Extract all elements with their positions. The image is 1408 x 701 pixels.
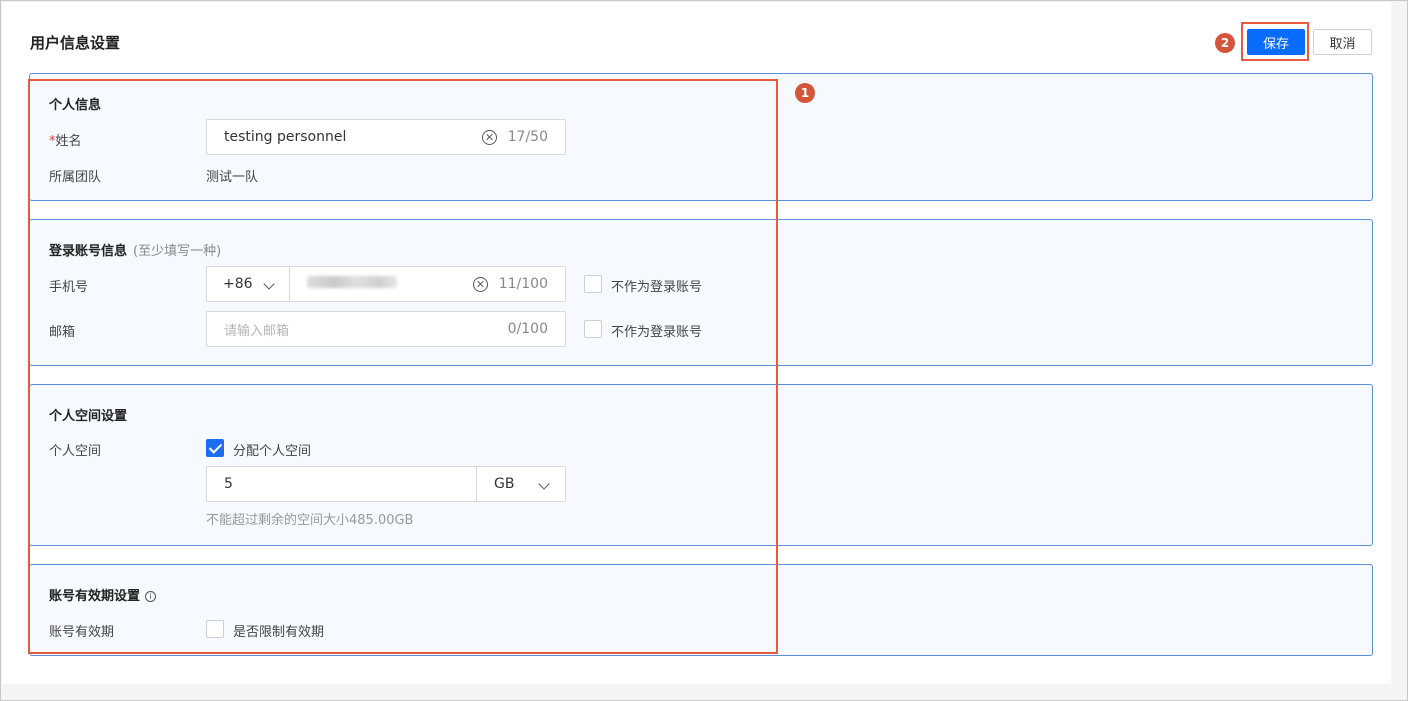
chevron-down-icon xyxy=(263,276,275,292)
email-input[interactable]: 请输入邮箱 0/100 xyxy=(206,311,566,347)
name-input[interactable]: testing personnel 17/50 xyxy=(206,119,566,155)
email-label: 邮箱 xyxy=(49,325,76,340)
phone-input[interactable]: 11/100 xyxy=(289,266,566,302)
page-title: 用户信息设置 xyxy=(30,34,121,52)
expiry-settings-title: 账号有效期设置 i xyxy=(49,585,157,604)
allocate-space-label: 分配个人空间 xyxy=(233,444,312,459)
chevron-down-icon xyxy=(538,476,550,492)
name-input-value: testing personnel xyxy=(224,129,347,145)
email-char-counter: 0/100 xyxy=(507,321,548,337)
country-code-select[interactable]: +86 xyxy=(206,266,290,302)
email-placeholder: 请输入邮箱 xyxy=(224,323,290,339)
expiry-settings-title-text: 账号有效期设置 xyxy=(49,589,141,604)
team-value: 测试一队 xyxy=(206,170,259,185)
login-info-section: 登录账号信息 (至少填写一种) 手机号 +86 11/100 不作为登录账号 邮箱… xyxy=(29,219,1373,366)
info-icon[interactable]: i xyxy=(145,591,157,602)
space-label: 个人空间 xyxy=(49,444,102,459)
name-char-counter: 17/50 xyxy=(507,129,548,145)
annotation-marker-2: 2 xyxy=(1215,33,1235,53)
space-settings-section: 个人空间设置 个人空间 分配个人空间 5 GB 不能超过剩余的空间大小485.0… xyxy=(29,384,1373,546)
clear-icon[interactable] xyxy=(472,276,488,292)
app-frame: 用户信息设置 2 保存 取消 个人信息 *姓名 testing personne… xyxy=(0,0,1408,701)
personal-info-title: 个人信息 xyxy=(49,98,102,113)
name-label-text: 姓名 xyxy=(55,134,82,149)
limit-expiry-checkbox[interactable] xyxy=(206,620,224,638)
space-size-value: 5 xyxy=(224,476,233,492)
expiry-label: 账号有效期 xyxy=(49,625,115,640)
space-unit-value: GB xyxy=(494,476,515,492)
save-button[interactable]: 保存 xyxy=(1247,29,1305,55)
name-label: *姓名 xyxy=(49,130,82,149)
phone-label: 手机号 xyxy=(49,280,89,295)
email-not-login-label: 不作为登录账号 xyxy=(611,325,703,340)
login-info-title: 登录账号信息 (至少填写一种) xyxy=(49,240,221,259)
cancel-button[interactable]: 取消 xyxy=(1313,29,1372,55)
space-settings-title: 个人空间设置 xyxy=(49,409,128,424)
login-info-subtitle: (至少填写一种) xyxy=(133,244,222,259)
expiry-settings-section: 账号有效期设置 i 账号有效期 是否限制有效期 xyxy=(29,564,1373,656)
limit-expiry-label: 是否限制有效期 xyxy=(233,625,325,640)
country-code-value: +86 xyxy=(223,276,253,292)
phone-not-login-label: 不作为登录账号 xyxy=(611,280,703,295)
space-unit-select[interactable]: GB xyxy=(476,466,566,502)
space-size-input[interactable]: 5 xyxy=(206,466,477,502)
clear-icon[interactable] xyxy=(481,129,497,145)
personal-info-section: 个人信息 *姓名 testing personnel 17/50 所属团队 测试… xyxy=(29,73,1373,201)
phone-not-login-checkbox[interactable] xyxy=(584,275,602,293)
annotation-marker-1: 1 xyxy=(795,83,815,103)
team-label: 所属团队 xyxy=(49,170,102,185)
space-hint: 不能超过剩余的空间大小485.00GB xyxy=(206,513,414,528)
phone-value-redacted xyxy=(290,276,473,292)
allocate-space-checkbox[interactable] xyxy=(206,439,224,457)
settings-page: 用户信息设置 2 保存 取消 个人信息 *姓名 testing personne… xyxy=(2,2,1391,684)
phone-char-counter: 11/100 xyxy=(498,276,548,292)
email-not-login-checkbox[interactable] xyxy=(584,320,602,338)
login-info-title-text: 登录账号信息 xyxy=(49,244,128,259)
